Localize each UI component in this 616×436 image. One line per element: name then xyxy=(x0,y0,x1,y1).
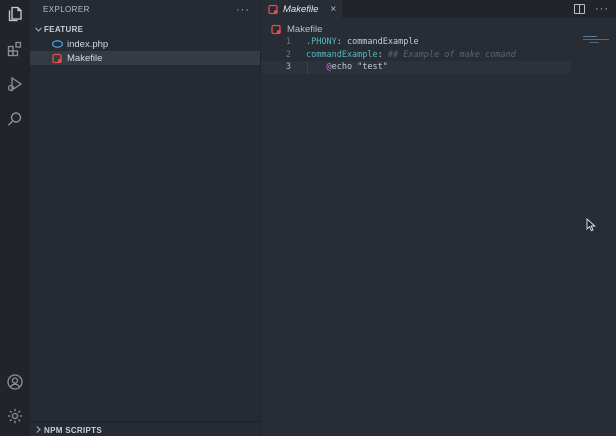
line-content: @echo "test" xyxy=(306,62,388,73)
makefile-icon xyxy=(268,4,279,15)
indent-guide xyxy=(307,61,308,74)
minimap[interactable] xyxy=(571,36,616,48)
code-line[interactable]: 2 commandExample: ## Example of make coma… xyxy=(261,49,571,62)
chevron-right-icon xyxy=(33,426,43,435)
line-number: 3 xyxy=(285,62,291,73)
editor-more-button[interactable]: ··· xyxy=(595,3,609,15)
explorer-icon[interactable] xyxy=(5,4,25,24)
breadcrumb-file: Makefile xyxy=(287,23,323,35)
file-name: index.php xyxy=(67,38,109,50)
file-item-makefile[interactable]: Makefile xyxy=(30,51,260,65)
code-editor[interactable]: 1 .PHONY: commandExample 2 commandExample: … xyxy=(261,36,571,74)
code-token: .PHONY xyxy=(306,37,337,48)
code-token: : commandExample xyxy=(336,37,419,48)
file-item-index-php[interactable]: index.php xyxy=(30,37,260,51)
folder-name: FEATURE xyxy=(44,24,84,34)
line-number: 2 xyxy=(285,49,291,60)
code-line[interactable]: 3 @echo "test" xyxy=(261,61,571,74)
explorer-header: EXPLORER ··· xyxy=(30,0,260,19)
code-token: : xyxy=(377,49,388,60)
extensions-icon[interactable] xyxy=(5,39,25,59)
code-token: commandExample xyxy=(306,49,378,60)
editor-area: Makefile × ··· Makefile 1 .PHONY: command… xyxy=(261,0,616,436)
code-token: echo "test" xyxy=(331,62,388,73)
minimap-line xyxy=(583,36,597,37)
line-content: commandExample: ## Example of make coman… xyxy=(306,50,516,60)
chevron-down-icon xyxy=(33,25,43,34)
code-token: ## Example of make comand xyxy=(387,49,516,60)
explorer-sidebar: EXPLORER ··· FEATURE index.php Makefile … xyxy=(30,0,261,436)
tab-bar: Makefile × ··· xyxy=(261,0,616,18)
tab-label: Makefile xyxy=(283,3,319,15)
account-icon[interactable] xyxy=(5,372,25,392)
activity-bar xyxy=(0,0,30,436)
folder-feature-header[interactable]: FEATURE xyxy=(30,20,260,38)
makefile-icon xyxy=(271,24,282,35)
npm-scripts-header[interactable]: NPM SCRIPTS xyxy=(30,421,260,436)
run-debug-icon[interactable] xyxy=(5,74,25,94)
editor-actions: ··· xyxy=(574,2,609,16)
file-list: index.php Makefile xyxy=(30,37,260,65)
php-file-icon xyxy=(52,39,63,50)
close-icon[interactable]: × xyxy=(330,4,336,15)
explorer-title: EXPLORER xyxy=(43,5,90,14)
mouse-cursor-icon xyxy=(586,217,598,232)
search-icon[interactable] xyxy=(5,109,25,129)
line-content: .PHONY: commandExample xyxy=(306,37,419,47)
file-name: Makefile xyxy=(67,52,103,64)
split-editor-icon[interactable] xyxy=(574,4,585,14)
breadcrumb[interactable]: Makefile xyxy=(271,22,322,36)
code-line[interactable]: 1 .PHONY: commandExample xyxy=(261,36,571,49)
settings-gear-icon[interactable] xyxy=(5,406,25,426)
npm-scripts-label: NPM SCRIPTS xyxy=(44,426,102,435)
minimap-line xyxy=(583,39,609,40)
line-number: 1 xyxy=(285,37,291,48)
minimap-line xyxy=(589,42,599,43)
tab-makefile[interactable]: Makefile × xyxy=(261,0,342,18)
makefile-icon xyxy=(52,53,63,64)
explorer-more-button[interactable]: ··· xyxy=(236,4,250,16)
